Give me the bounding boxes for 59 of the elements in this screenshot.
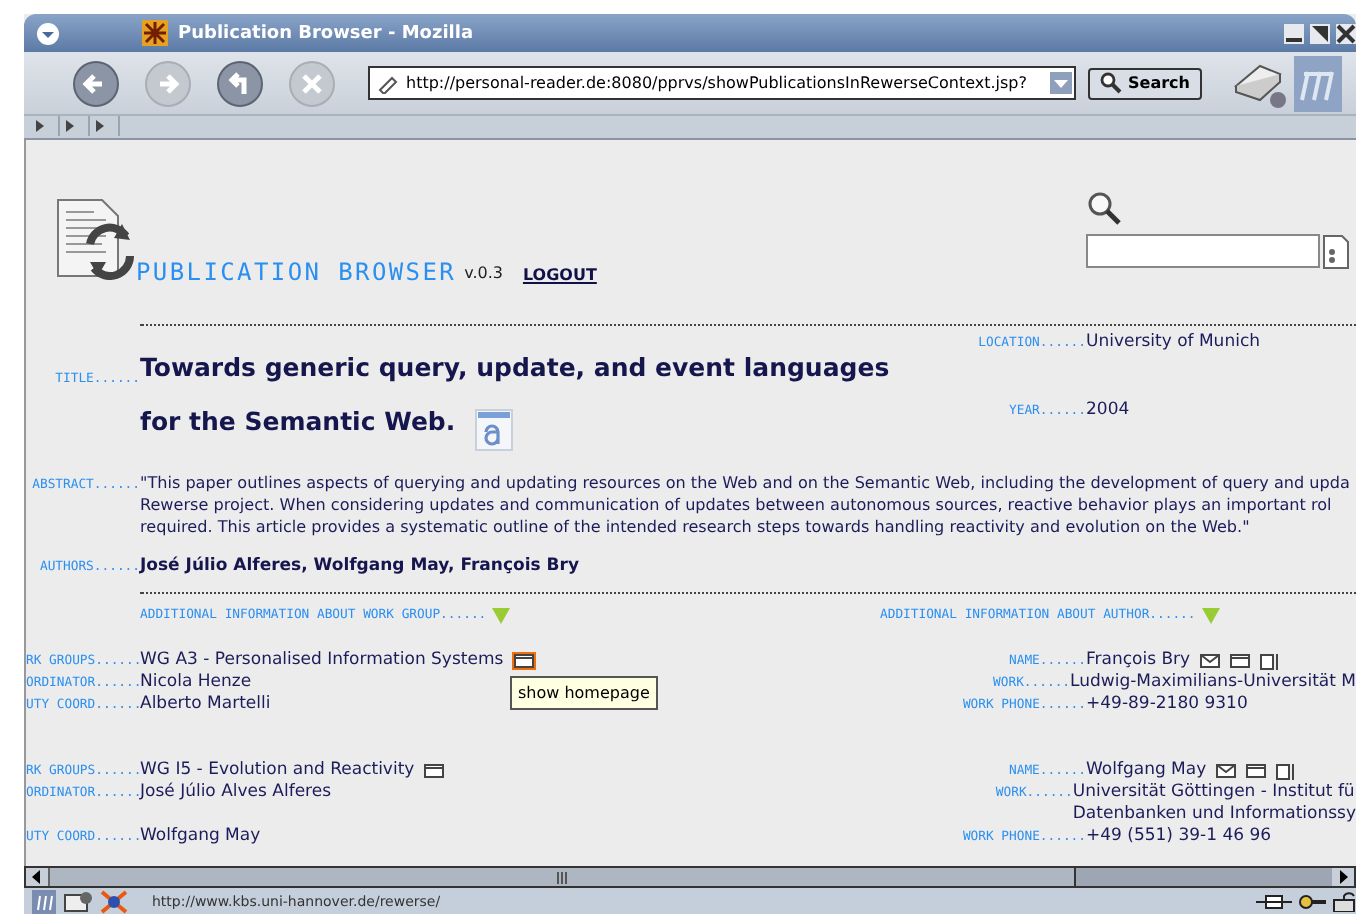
card-icon[interactable] [1276, 763, 1297, 779]
field-value: José Júlio Alves Alferes [140, 782, 332, 804]
back-button[interactable] [72, 59, 120, 107]
reload-button[interactable] [216, 59, 264, 107]
field-value: Ludwig-Maximilians-Universität M [1070, 672, 1356, 694]
location-value: University of Munich [1086, 332, 1261, 352]
year-value: 2004 [1086, 400, 1130, 420]
publication-title: for the Semantic Web. [140, 404, 456, 440]
field-value: Universität Göttingen - Institut fü [1072, 782, 1356, 804]
scroll-left-icon[interactable] [26, 868, 48, 886]
homepage-icon[interactable] [511, 652, 536, 670]
close-icon[interactable] [1336, 23, 1356, 43]
document-refresh-icon [54, 196, 138, 280]
expand-triangle-icon[interactable] [96, 120, 104, 132]
lock-icon [1332, 890, 1356, 912]
field-value: Wolfgang May [1086, 760, 1207, 782]
app-icon [142, 20, 168, 46]
expand-triangle-icon[interactable] [66, 120, 74, 132]
pencil-icon [378, 73, 398, 93]
search-button[interactable]: Search [1088, 67, 1202, 99]
field-value: François Bry [1086, 650, 1191, 672]
homepage-icon[interactable] [422, 762, 447, 780]
field-value: +49-89-2180 9310 [1086, 694, 1248, 716]
field-value: Nicola Henze [140, 672, 252, 694]
field-value: Datenbanken und Informationssy [1072, 804, 1356, 826]
homepage-icon[interactable] [1246, 764, 1267, 778]
minimize-icon[interactable] [1284, 23, 1304, 43]
scrollbar-thumb[interactable] [48, 868, 1076, 886]
app-name: PUBLICATION BROWSER [136, 258, 457, 286]
field-value: WG I5 - Evolution and Reactivity [140, 760, 415, 782]
field-value: Wolfgang May [140, 826, 261, 848]
window-menu-icon[interactable] [36, 21, 60, 45]
publication-title: Towards generic query, update, and event languages [140, 350, 890, 386]
version-label: v.0.3 [464, 264, 503, 282]
abstract-text: Rewerse project. When considering updates and communication of updates between autonomous sources, reactive behavior plays an important rol [140, 494, 1334, 516]
connection-icon [1256, 891, 1292, 911]
abstract-text: "This paper outlines aspects of querying and updating resources on the Web and on the Semantic Web, including the development of query and upda [140, 472, 1350, 494]
document-icon[interactable] [1322, 234, 1350, 270]
scroll-right-icon[interactable] [1332, 868, 1354, 886]
tooltip: show homepage [510, 676, 658, 710]
card-icon[interactable] [1260, 653, 1281, 669]
field-value: Alberto Martelli [140, 694, 271, 716]
search-icon [1100, 72, 1122, 94]
homepage-icon[interactable] [1230, 654, 1251, 668]
search-field[interactable] [1086, 234, 1320, 268]
maximize-icon[interactable] [1310, 23, 1330, 43]
authors-value: José Júlio Alferes, Wolfgang May, François Bry [140, 556, 579, 576]
horizontal-scrollbar[interactable] [24, 866, 1356, 888]
font-icon[interactable] [473, 408, 514, 452]
expand-triangle-icon[interactable] [36, 120, 44, 132]
search-icon [1086, 190, 1122, 226]
url-field[interactable]: http://personal-reader.de:8080/pprvs/showPublicationsInRewerseContext.jsp? [368, 66, 1076, 100]
dropdown-icon[interactable] [1050, 72, 1072, 94]
field-value: WG A3 - Personalised Information Systems [140, 650, 504, 672]
logout-link[interactable]: LOGOUT [522, 266, 597, 284]
key-icon [1298, 891, 1326, 911]
field-value: +49 (551) 39-1 46 96 [1086, 826, 1272, 848]
abstract-text: required. This article provides a systematic outline of the intended research steps towards handling reactivity and evolution on the Web." [140, 516, 1252, 538]
window-title: Publication Browser - Mozilla [178, 23, 474, 43]
